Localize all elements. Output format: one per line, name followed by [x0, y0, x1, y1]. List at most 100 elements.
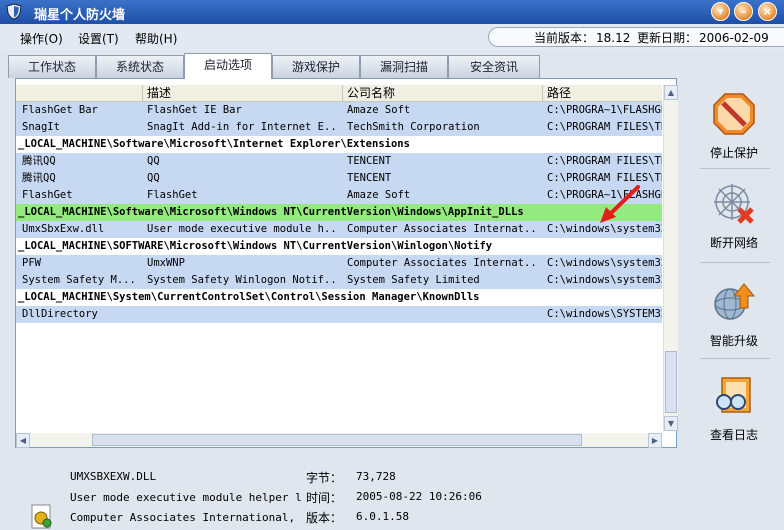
red-arrow-icon	[600, 185, 640, 223]
cell-path: C:\PROGRA~1\FLASHGE	[547, 104, 662, 116]
cell-company: System Safety Limited	[347, 274, 480, 286]
update-date-value: 2006-02-09	[699, 31, 769, 45]
cell-desc: System Safety Winlogon Notif...	[147, 274, 339, 286]
cell-desc: FlashGet	[147, 189, 198, 201]
cell-company: TENCENT	[347, 172, 392, 184]
cell-name: SnagIt	[22, 121, 60, 133]
horizontal-scrollbar[interactable]: ◀ ▶	[16, 433, 662, 448]
separator	[700, 358, 770, 359]
view-log-label: 查看日志	[709, 428, 758, 442]
time-label: 时间：	[306, 491, 343, 505]
registry-key-path: _LOCAL_MACHINE\Software\Microsoft\Intern…	[18, 138, 410, 150]
startup-list-panel: 描述 公司名称 路径 FlashGet Bar FlashGet IE Bar Am…	[15, 78, 678, 448]
cell-company: Computer Associates Internat...	[347, 223, 539, 235]
table-row[interactable]: FlashGet FlashGet Amaze Soft C:\PROGRA~1\FL…	[16, 187, 662, 204]
column-name[interactable]	[16, 85, 143, 101]
column-company[interactable]: 公司名称	[343, 85, 543, 101]
scroll-right-icon[interactable]: ▶	[648, 433, 662, 448]
scroll-down-icon[interactable]: ▼	[664, 416, 678, 431]
update-date-label: 更新日期：	[637, 31, 698, 45]
minimize-button[interactable]: –	[734, 2, 753, 21]
menu-settings[interactable]: 设置(T)	[78, 30, 119, 47]
detail-size: 73,728	[356, 470, 396, 483]
list-header: 描述 公司名称 路径	[16, 85, 662, 102]
cell-desc: SnagIt Add-in for Internet E...	[147, 121, 339, 133]
cell-name: DllDirectory	[22, 308, 98, 320]
menu-icon[interactable]: ▾	[711, 2, 730, 21]
registry-key-path: _LOCAL_MACHINE\Software\Microsoft\Window…	[18, 206, 524, 218]
cell-company: Amaze Soft	[347, 104, 411, 116]
version-info: 当前版本： 18.12 更新日期： 2006-02-09	[488, 27, 784, 47]
table-row[interactable]: UmxSbxExw.dll User mode executive module …	[16, 221, 662, 238]
disconnect-network-button[interactable]: 断开网络	[690, 182, 778, 251]
cell-desc: UmxWNP	[147, 257, 185, 269]
horizontal-scroll-thumb[interactable]	[92, 434, 582, 446]
cell-name: 腾讯QQ	[22, 155, 56, 167]
cell-name: FlashGet	[22, 189, 73, 201]
tab-security-news[interactable]: 安全资讯	[448, 55, 540, 78]
registry-key-row[interactable]: _LOCAL_MACHINE\Software\Microsoft\Window…	[16, 204, 662, 221]
smart-upgrade-button[interactable]: 智能升级	[690, 280, 778, 349]
version-label: 版本：	[306, 511, 343, 525]
cell-name: PFW	[22, 257, 41, 269]
cell-name: FlashGet Bar	[22, 104, 98, 116]
column-path[interactable]: 路径	[543, 85, 662, 101]
table-row[interactable]: DllDirectory C:\windows\SYSTEM32	[16, 306, 662, 323]
separator	[700, 168, 770, 169]
startup-rows: FlashGet Bar FlashGet IE Bar Amaze Soft C:\…	[16, 102, 662, 323]
stop-protection-label: 停止保护	[709, 146, 758, 160]
tab-system-status[interactable]: 系统状态	[96, 55, 184, 78]
cell-company: TechSmith Corporation	[347, 121, 480, 133]
dll-file-icon	[31, 504, 52, 529]
menu-operate[interactable]: 操作(O)	[20, 30, 63, 47]
table-row[interactable]: SnagIt SnagIt Add-in for Internet E... Tec…	[16, 119, 662, 136]
stop-protection-button[interactable]: 停止保护	[690, 92, 778, 161]
smart-upgrade-label: 智能升级	[709, 334, 758, 348]
tab-game-protection[interactable]: 游戏保护	[272, 55, 360, 78]
registry-key-path: _LOCAL_MACHINE\System\CurrentControlSet\…	[18, 291, 480, 303]
log-icon	[716, 377, 751, 413]
cell-desc: QQ	[147, 172, 160, 184]
title-bar: 瑞星个人防火墙 ▾ – ×	[0, 0, 784, 24]
registry-key-row[interactable]: _LOCAL_MACHINE\Software\Microsoft\Intern…	[16, 136, 662, 153]
view-log-button[interactable]: 查看日志	[690, 374, 778, 443]
cell-path: C:\PROGRAM FILES\TE	[547, 121, 662, 133]
file-details: UMXSBXEXW.DLL User mode executive module…	[15, 452, 677, 530]
cell-desc: FlashGet IE Bar	[147, 104, 242, 116]
tab-work-status[interactable]: 工作状态	[8, 55, 96, 78]
cell-name: 腾讯QQ	[22, 172, 56, 184]
menu-help[interactable]: 帮助(H)	[135, 30, 177, 47]
vertical-scroll-thumb[interactable]	[665, 351, 677, 413]
table-row[interactable]: FlashGet Bar FlashGet IE Bar Amaze Soft C:\…	[16, 102, 662, 119]
vertical-scrollbar[interactable]: ▲ ▼	[663, 85, 678, 431]
registry-key-row[interactable]: _LOCAL_MACHINE\System\CurrentControlSet\…	[16, 289, 662, 306]
cell-company: Computer Associates Internat...	[347, 257, 539, 269]
cell-path: C:\windows\system32	[547, 274, 662, 286]
table-row[interactable]: 腾讯QQ QQ TENCENT C:\PROGRAM FILES\TE	[16, 170, 662, 187]
cell-path: C:\windows\system32	[547, 257, 662, 269]
cell-company: TENCENT	[347, 155, 392, 167]
cell-name: UmxSbxExw.dll	[22, 223, 105, 235]
cell-company: Amaze Soft	[347, 189, 411, 201]
detail-time: 2005-08-22 10:26:06	[356, 490, 482, 503]
upgrade-icon	[714, 283, 756, 320]
registry-key-row[interactable]: _LOCAL_MACHINE\SOFTWARE\Microsoft\Window…	[16, 238, 662, 255]
detail-description: User mode executive module helper l	[70, 491, 302, 504]
registry-key-path: _LOCAL_MACHINE\SOFTWARE\Microsoft\Window…	[18, 240, 493, 252]
column-description[interactable]: 描述	[143, 85, 343, 101]
current-version-label: 当前版本：	[534, 31, 595, 45]
shield-logo-icon	[6, 3, 22, 20]
table-row[interactable]: 腾讯QQ QQ TENCENT C:\PROGRAM FILES\TE	[16, 153, 662, 170]
tab-startup-options[interactable]: 启动选项	[184, 53, 272, 79]
size-label: 字节：	[306, 471, 343, 485]
detail-company: Computer Associates International,	[70, 511, 296, 524]
cell-name: System Safety M...	[22, 274, 136, 286]
table-row[interactable]: PFW UmxWNP Computer Associates Internat...…	[16, 255, 662, 272]
scroll-left-icon[interactable]: ◀	[16, 433, 30, 448]
disconnect-icon	[714, 184, 754, 224]
tab-vulnerability-scan[interactable]: 漏洞扫描	[360, 55, 448, 78]
table-row[interactable]: System Safety M... System Safety Winlogon…	[16, 272, 662, 289]
scroll-up-icon[interactable]: ▲	[664, 85, 678, 100]
close-button[interactable]: ×	[758, 2, 777, 21]
action-sidebar: 停止保护 断开网络 智能升级 查看日志	[690, 78, 784, 530]
